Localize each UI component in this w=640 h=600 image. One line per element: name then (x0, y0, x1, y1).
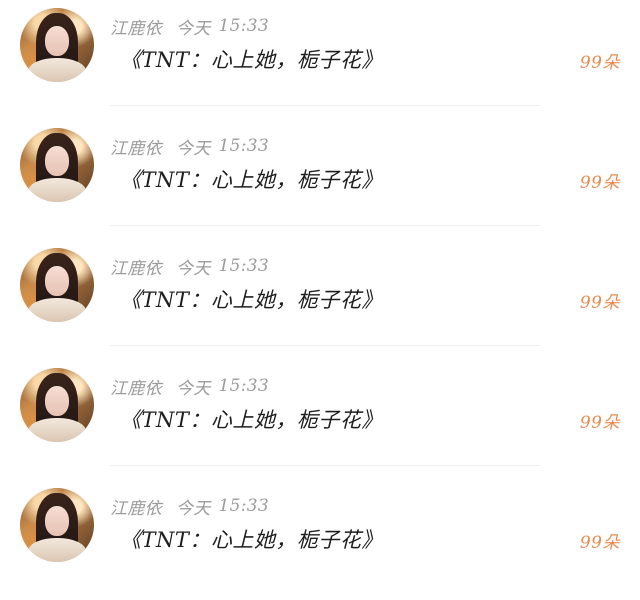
timestamp-day: 今天 (175, 138, 211, 159)
timestamp-time: 15:33 (218, 256, 270, 276)
message-text: 《TNT：心上她，栀子花》 (120, 288, 383, 312)
avatar[interactable] (20, 368, 94, 442)
timestamp-day: 今天 (175, 498, 211, 519)
timestamp-day: 今天 (175, 258, 211, 279)
timestamp: 今天 15:33 (176, 494, 269, 519)
row-divider (110, 105, 540, 106)
sender-name: 江鹿依 (110, 18, 162, 39)
sender-name: 江鹿依 (110, 378, 162, 399)
avatar[interactable] (20, 488, 94, 562)
feed-item[interactable]: 江鹿依 今天 15:33 《TNT：心上她，栀子花》 99朵 (0, 0, 640, 120)
avatar[interactable] (20, 128, 94, 202)
avatar-shoulders (28, 58, 86, 82)
gift-amount: 99朵 (579, 53, 620, 73)
row-divider (110, 465, 540, 466)
message-text: 《TNT：心上她，栀子花》 (120, 528, 383, 552)
gift-amount: 99朵 (579, 173, 620, 193)
avatar[interactable] (20, 248, 94, 322)
sender-name: 江鹿依 (110, 498, 162, 519)
timestamp: 今天 15:33 (176, 134, 269, 159)
message-text: 《TNT：心上她，栀子花》 (120, 408, 383, 432)
gift-amount: 99朵 (579, 293, 620, 313)
timestamp: 今天 15:33 (176, 14, 269, 39)
message-text: 《TNT：心上她，栀子花》 (120, 48, 383, 72)
avatar-face (45, 386, 69, 416)
item-meta: 江鹿依 今天 15:33 (110, 494, 269, 519)
avatar-shoulders (28, 298, 86, 322)
feed-item[interactable]: 江鹿依 今天 15:33 《TNT：心上她，栀子花》 99朵 (0, 240, 640, 360)
message-text: 《TNT：心上她，栀子花》 (120, 168, 383, 192)
sender-name: 江鹿依 (110, 258, 162, 279)
gift-amount: 99朵 (579, 533, 620, 553)
avatar-shoulders (28, 418, 86, 442)
feed-item[interactable]: 江鹿依 今天 15:33 《TNT：心上她，栀子花》 99朵 (0, 120, 640, 240)
timestamp-time: 15:33 (218, 16, 270, 36)
timestamp-time: 15:33 (218, 136, 270, 156)
item-meta: 江鹿依 今天 15:33 (110, 134, 269, 159)
avatar-face (45, 146, 69, 176)
timestamp-day: 今天 (175, 18, 211, 39)
avatar-shoulders (28, 178, 86, 202)
feed-item[interactable]: 江鹿依 今天 15:33 《TNT：心上她，栀子花》 99朵 (0, 360, 640, 480)
item-meta: 江鹿依 今天 15:33 (110, 14, 269, 39)
sender-name: 江鹿依 (110, 138, 162, 159)
timestamp-day: 今天 (175, 378, 211, 399)
row-divider (110, 225, 540, 226)
avatar[interactable] (20, 8, 94, 82)
feed-item[interactable]: 江鹿依 今天 15:33 《TNT：心上她，栀子花》 99朵 (0, 480, 640, 600)
avatar-face (45, 506, 69, 536)
timestamp: 今天 15:33 (176, 374, 269, 399)
avatar-face (45, 26, 69, 56)
timestamp: 今天 15:33 (176, 254, 269, 279)
gift-amount: 99朵 (579, 413, 620, 433)
gift-feed-list: 江鹿依 今天 15:33 《TNT：心上她，栀子花》 99朵 江鹿依 今天 15… (0, 0, 640, 575)
avatar-shoulders (28, 538, 86, 562)
timestamp-time: 15:33 (218, 376, 270, 396)
item-meta: 江鹿依 今天 15:33 (110, 254, 269, 279)
avatar-face (45, 266, 69, 296)
item-meta: 江鹿依 今天 15:33 (110, 374, 269, 399)
row-divider (110, 345, 540, 346)
timestamp-time: 15:33 (218, 496, 270, 516)
